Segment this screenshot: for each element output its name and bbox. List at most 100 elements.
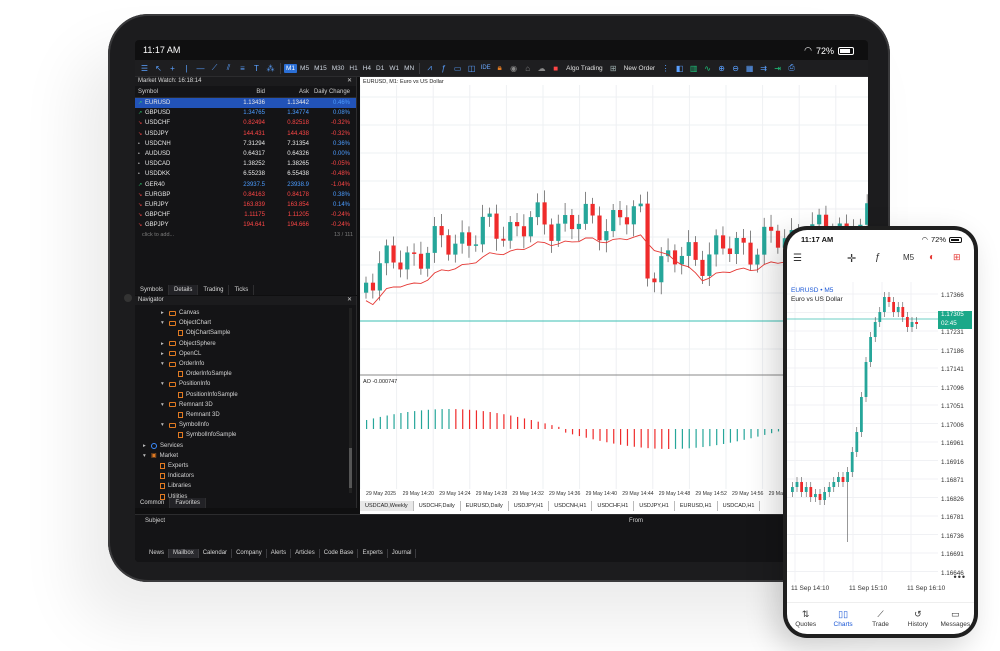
chart-tab[interactable]: EURUSD,H1 [675,501,718,511]
column-daily-change[interactable]: Daily Change [309,86,353,97]
toolbox-tab-calendar[interactable]: Calendar [199,549,233,558]
more-options-icon[interactable]: ••• [954,572,966,582]
objects-icon[interactable]: ◫ [465,62,478,75]
zoom-in-icon[interactable]: ⊕ [715,62,728,75]
chart-tab[interactable]: USDJPY,H1 [634,501,675,511]
table-row[interactable]: ↘ USDJPY 144.431 144.438 -0.32% [135,129,356,139]
navigator-item[interactable]: ▾ Remnant 3D [161,400,213,410]
chevron-right-icon[interactable]: ▸ [143,441,148,451]
algo-trading-icon[interactable]: ■ [549,62,562,75]
chart-tab[interactable]: USDJPY,H1 [509,501,550,511]
algo-trading-button[interactable]: Algo Trading [563,65,606,72]
timeframe-m1[interactable]: M1 [284,63,298,73]
crosshair-icon[interactable]: + [166,62,179,75]
chevron-down-icon[interactable]: ▾ [161,359,166,369]
timeframe-h4[interactable]: H4 [361,64,373,73]
tab-trading[interactable]: Trading [198,285,230,295]
table-row[interactable]: • AUDUSD 0.64317 0.64326 0.00% [135,149,356,159]
timeframe-m30[interactable]: M30 [330,64,347,73]
chevron-right-icon[interactable]: ▸ [161,308,166,318]
zoom-out-icon[interactable]: ⊖ [729,62,742,75]
timeframe-h1[interactable]: H1 [347,64,359,73]
crosshair-icon[interactable]: ✛ [847,252,856,265]
navigator-item[interactable]: ▾ ▣ Market [143,451,178,461]
lock-icon[interactable]: 🔒︎ [493,62,506,75]
table-row[interactable]: ↗ EURUSD 1.13436 1.13442 0.46% [135,98,356,109]
chevron-down-icon[interactable]: ▾ [161,420,166,430]
tab-details[interactable]: Details [169,285,199,295]
nav-item-messages[interactable]: ▭ Messages [937,603,974,634]
timeframe-m15[interactable]: M15 [312,64,329,73]
navigator-item[interactable]: ▸ Services [143,441,183,451]
line-chart-icon[interactable]: ∿ [701,62,714,75]
signals-icon[interactable]: ◉ [507,62,520,75]
navigator-item[interactable]: Libraries [152,481,191,491]
templates-icon[interactable]: ▭ [451,62,464,75]
toolbox-tab-news[interactable]: News [145,549,170,558]
chart-type-icon[interactable]: ⩘ [423,62,436,75]
new-order-icon[interactable]: ⊞ [953,252,961,263]
chevron-right-icon[interactable]: ▸ [161,339,166,349]
table-row[interactable]: • USDCNH 7.31294 7.31354 0.36% [135,139,356,149]
column-ask[interactable]: Ask [265,86,309,97]
indicators-icon[interactable]: ƒ [437,62,450,75]
toolbox-tab-experts[interactable]: Experts [358,549,388,558]
chart-tab[interactable]: USDCNH,H1 [549,501,593,511]
navigator-item[interactable]: PositionInfoSample [170,390,238,400]
color-scheme-icon[interactable]: ◐ [929,252,935,263]
navigator-item[interactable]: Remnant 3D [170,410,220,420]
timeframe-m5[interactable]: M5 [298,64,311,73]
column-subject[interactable]: Subject [145,518,629,524]
close-icon[interactable]: ✕ [347,77,352,86]
phone-candlestick-chart[interactable] [787,282,938,582]
depth-of-market-icon[interactable]: ⋮ [659,62,672,75]
add-symbol-hint[interactable]: click to add... [142,232,174,238]
tab-favorites[interactable]: Favorites [170,498,207,508]
navigator-item[interactable]: ▸ OpenCL [161,349,201,359]
tile-windows-icon[interactable]: ▦ [743,62,756,75]
navigator-item[interactable]: Indicators [152,471,194,481]
navigator-scrollbar[interactable] [349,308,352,493]
timeframe-d1[interactable]: D1 [374,64,386,73]
chart-tab[interactable]: USDCHF,H1 [592,501,635,511]
chart-tab[interactable]: USDCAD,Weekly [360,501,414,511]
tab-common[interactable]: Common [135,498,171,508]
candles-toggle-icon[interactable]: ▥ [687,62,700,75]
table-row[interactable]: • USDDKK 6.55238 6.55438 -0.48% [135,169,356,179]
navigator-item[interactable]: ▾ ObjectChart [161,318,211,328]
toolbox-tab-code-base[interactable]: Code Base [320,549,359,558]
tab-ticks[interactable]: Ticks [229,285,255,295]
horizontal-line-icon[interactable]: — [194,62,207,75]
close-icon[interactable]: ✕ [347,296,352,305]
table-row[interactable]: • USDCAD 1.38252 1.38265 -0.05% [135,159,356,169]
nav-item-charts[interactable]: ▯▯ Charts [824,603,861,634]
toolbox-tab-journal[interactable]: Journal [388,549,417,558]
table-row[interactable]: ↗ GER40 23937.5 23938.9 -1.04% [135,180,356,190]
channel-icon[interactable]: ⫽ [222,62,235,75]
toolbox-tab-mailbox[interactable]: Mailbox [169,549,199,558]
vps-icon[interactable]: ☁ [535,62,548,75]
navigator-item[interactable]: Experts [152,461,188,471]
new-order-icon[interactable]: ⊞ [607,62,620,75]
navigator-item[interactable]: ▾ PositionInfo [161,379,210,389]
column-from[interactable]: From [629,518,643,524]
navigator-item[interactable]: OrderInfoSample [170,369,232,379]
one-click-trading-icon[interactable]: ◧ [673,62,686,75]
shapes-icon[interactable]: ⁂ [264,62,277,75]
trendline-icon[interactable]: ⟋ [208,62,221,75]
chevron-down-icon[interactable]: ▾ [143,451,148,461]
navigator-item[interactable]: ObjChartSample [170,328,230,338]
hamburger-menu-icon[interactable]: ☰ [793,253,802,264]
table-row[interactable]: ↘ USDCHF 0.82494 0.82518 -0.32% [135,118,356,128]
tab-symbols[interactable]: Symbols [135,285,170,295]
nav-item-history[interactable]: ↺ History [899,603,936,634]
nav-item-trade[interactable]: ⟋ Trade [862,603,899,634]
autoscroll-icon[interactable]: ⇉ [757,62,770,75]
fibonacci-icon[interactable]: ≡ [236,62,249,75]
chart-shift-icon[interactable]: ⇥ [771,62,784,75]
text-tool-icon[interactable]: T [250,62,263,75]
chart-tab[interactable]: EURUSD,Daily [461,501,509,511]
table-row[interactable]: ↘ EURJPY 163.839 163.854 0.14% [135,200,356,210]
toolbox-tab-articles[interactable]: Articles [291,549,320,558]
chevron-down-icon[interactable]: ▾ [161,318,166,328]
